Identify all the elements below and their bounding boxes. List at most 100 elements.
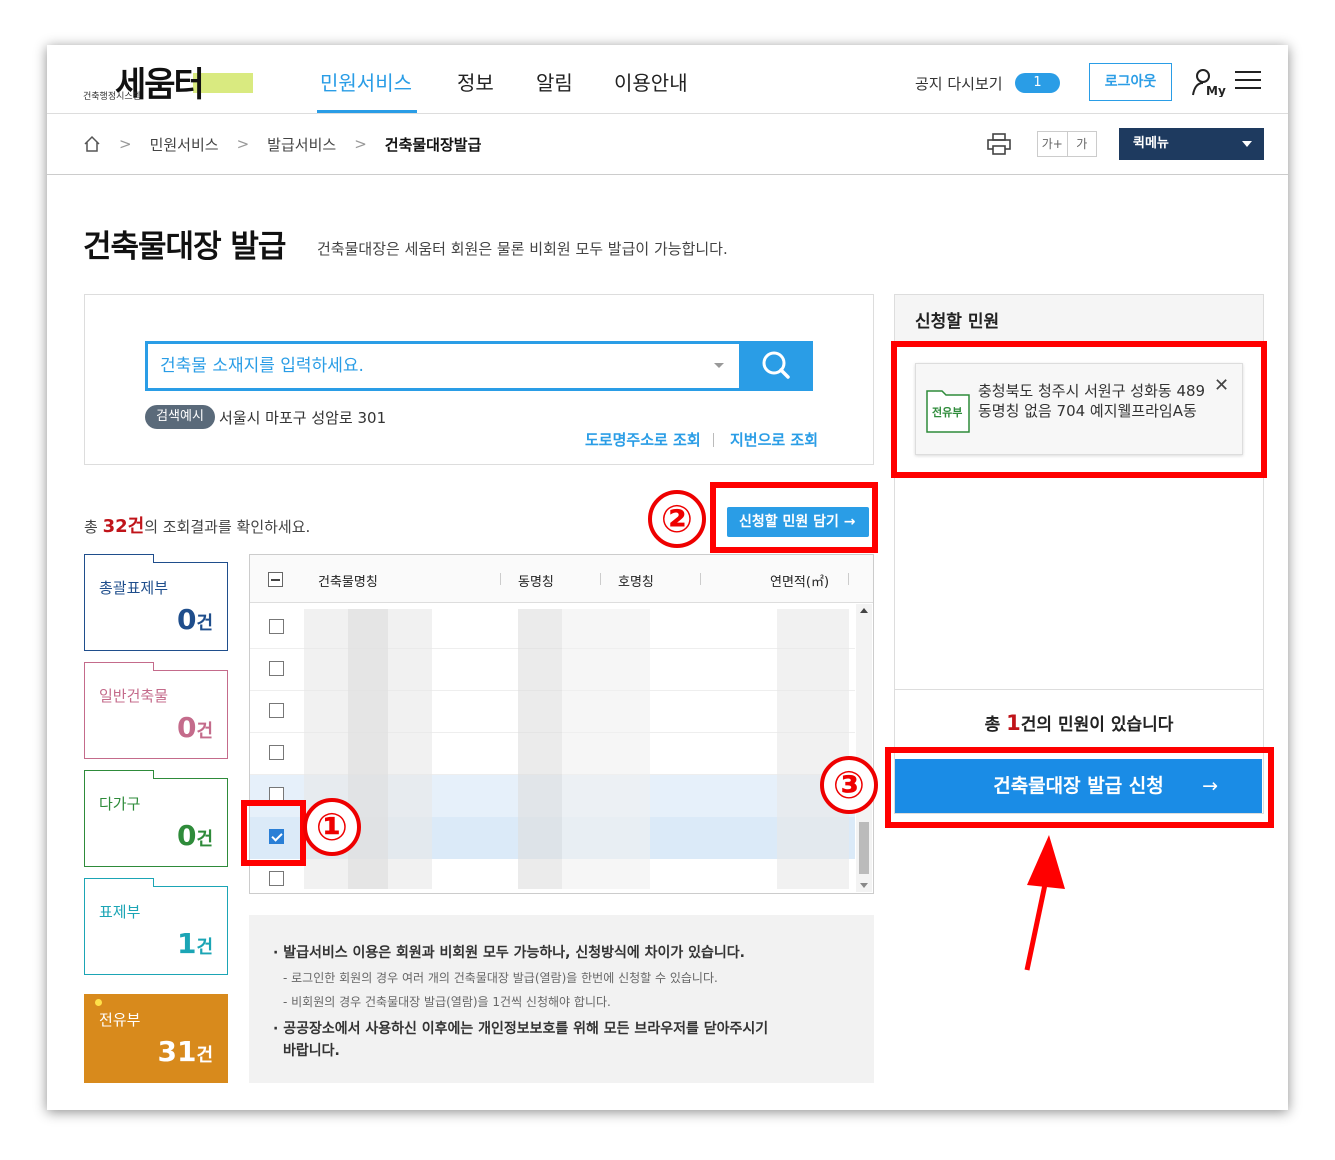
category-count: 0건 [176,819,213,852]
scroll-down-icon[interactable] [860,883,868,888]
column-header-building-name[interactable]: 건축물명칭 [318,571,378,590]
breadcrumb-separator: > [119,135,132,153]
breadcrumb-issuance-service[interactable]: 발급서비스 [267,134,336,155]
cart-total-suffix: 건의 민원이 있습니다 [1020,715,1174,735]
road-address-search-link[interactable]: 도로명주소로 조회 [585,429,701,450]
font-larger-button[interactable]: 가+ [1038,132,1068,156]
annotation-highlight-add-button [710,482,878,553]
category-card-general-building[interactable]: 일반건축물 0건 [84,662,228,759]
search-panel: 검색예시 서울시 마포구 성암로 301 도로명주소로 조회 지번으로 조회 [84,294,874,465]
annotation-step-1: ① [303,798,361,856]
column-header-ho-name[interactable]: 호명칭 [618,571,654,590]
usage-notes: · 발급서비스 이용은 회원과 비회원 모두 가능하나, 신청방식에 차이가 있… [249,915,874,1083]
search-example-badge: 검색예시 [145,405,215,429]
select-all-checkbox[interactable] [268,572,283,587]
scroll-thumb[interactable] [859,822,869,874]
annotation-highlight-checkbox [241,800,306,866]
blurred-cell-dong-name [518,609,562,889]
selected-dot-icon [95,999,102,1006]
logo-sub-text: 건축행정시스템 [83,92,141,102]
my-page-icon[interactable]: My [1191,67,1227,97]
cart-total-text: 총 1건의 민원이 있습니다 [894,710,1264,735]
column-header-dong-name[interactable]: 동명칭 [518,571,554,590]
category-card-exclusive-section[interactable]: 전유부 31건 [84,994,228,1083]
nav-alerts[interactable]: 알림 [536,67,573,96]
note-text: 바랍니다. [283,1043,340,1059]
category-name: 전유부 [99,1011,141,1029]
blurred-cell-floor-area [777,609,849,889]
font-smaller-button[interactable]: 가 [1068,132,1097,156]
search-icon [762,351,790,379]
category-card-multi-household[interactable]: 다가구 0건 [84,770,228,867]
search-field[interactable] [145,341,812,391]
annotation-arrow-icon [1024,835,1065,971]
table-header: 건축물명칭 동명칭 호명칭 연면적(㎡) [250,555,873,603]
logout-button[interactable]: 로그아웃 [1089,63,1172,101]
note-text: · 발급서비스 이용은 회원과 비회원 모두 가능하나, 신청방식에 차이가 있… [273,945,745,961]
nav-guide[interactable]: 이용안내 [614,67,688,96]
blurred-cell-ho-name [562,609,650,889]
header-divider [47,113,1288,114]
search-button[interactable] [739,341,813,391]
category-count: 0건 [176,603,213,636]
note-text: · 공공장소에서 사용하신 이후에는 개인정보보호를 위해 모든 브라우저를 닫… [273,1021,769,1037]
category-name: 일반건축물 [99,687,169,705]
notice-replay-label[interactable]: 공지 다시보기 [915,73,1003,94]
breadcrumb-separator: > [354,135,367,153]
result-count-prefix: 총 [84,518,103,536]
nav-info[interactable]: 정보 [457,67,494,96]
column-header-floor-area[interactable]: 연면적(㎡) [770,571,829,590]
note-subtext: - 로그인한 회원의 경우 여러 개의 건축물대장 발급(열람)을 한번에 신청… [283,971,718,985]
cart-total-prefix: 총 [984,715,1007,735]
category-count: 31건 [157,1035,213,1068]
category-card-general-title[interactable]: 총괄표제부 0건 [84,554,228,651]
font-size-control: 가+ 가 [1037,131,1097,157]
home-icon[interactable] [83,135,101,153]
breadcrumb-separator: > [236,135,250,153]
cart-divider [895,689,1263,690]
search-example-text: 서울시 마포구 성암로 301 [219,409,387,427]
nav-civil-service[interactable]: 민원서비스 [320,67,412,96]
category-card-title-section[interactable]: 표제부 1건 [84,878,228,975]
browser-page: 세움터 건축행정시스템 민원서비스 정보 알림 이용안내 공지 다시보기 1 로… [47,45,1288,1110]
dropdown-arrow-icon[interactable] [714,363,724,368]
breadcrumb: > 민원서비스 > 발급서비스 > 건축물대장발급 [83,133,481,155]
quick-menu-label: 퀵메뉴 [1133,136,1169,151]
breadcrumb-civil-service[interactable]: 민원서비스 [150,134,219,155]
category-name: 표제부 [99,903,141,921]
link-divider [713,433,714,447]
row-checkbox[interactable] [269,745,284,760]
cart-title: 신청할 민원 [915,312,1000,332]
cart-total-count: 1 [1006,711,1021,735]
seumteo-logo[interactable]: 세움터 건축행정시스템 [83,59,253,105]
row-checkbox[interactable] [269,661,284,676]
page-description: 건축물대장은 세움터 회원은 물론 비회원 모두 발급이 가능합니다. [317,240,728,258]
annotation-highlight-apply-button [885,747,1274,828]
note-subtext: - 비회원의 경우 건축물대장 발급(열람)을 1건씩 신청해야 합니다. [283,995,611,1009]
result-count-number: 32건 [102,516,145,537]
annotation-step-3: ③ [820,756,878,814]
breadcrumb-divider [47,174,1288,175]
category-name: 총괄표제부 [99,579,169,597]
category-count: 1건 [176,927,213,960]
category-count: 0건 [176,711,213,744]
page-title: 건축물대장 발급 [83,229,286,265]
hamburger-menu-icon[interactable] [1235,71,1261,91]
quick-menu-select[interactable]: 퀵메뉴 [1119,128,1264,160]
lot-number-search-link[interactable]: 지번으로 조회 [730,429,818,450]
result-count-suffix: 의 조회결과를 확인하세요. [144,518,311,536]
breadcrumb-current-page: 건축물대장발급 [384,135,482,154]
category-name: 다가구 [99,795,141,813]
row-checkbox[interactable] [269,703,284,718]
search-input[interactable] [148,344,728,388]
scroll-up-icon[interactable] [860,608,868,613]
table-scrollbar[interactable] [856,604,872,892]
annotation-highlight-cart-item [891,341,1267,478]
result-count-text: 총 32건의 조회결과를 확인하세요. [84,512,310,538]
annotation-step-2: ② [648,490,706,548]
blurred-cell-building-name [348,609,388,889]
row-checkbox[interactable] [269,871,284,886]
row-checkbox[interactable] [269,619,284,634]
print-icon[interactable] [987,133,1011,155]
notice-count-badge[interactable]: 1 [1015,73,1060,93]
